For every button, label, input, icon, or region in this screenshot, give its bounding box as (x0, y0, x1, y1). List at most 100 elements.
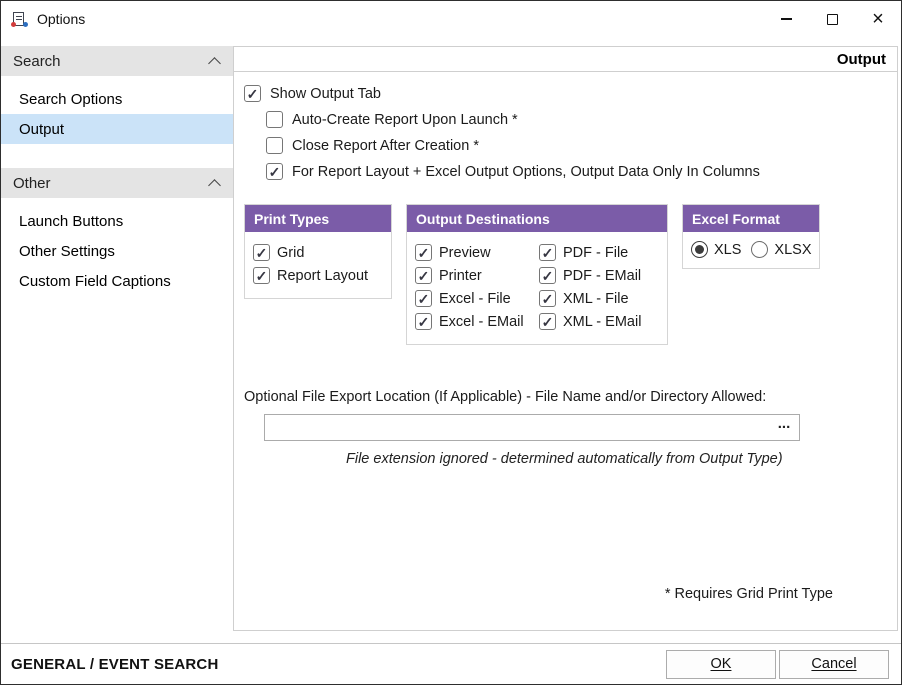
sidebar-item-output[interactable]: Output (1, 114, 233, 144)
checkbox-label: XML - File (563, 291, 629, 307)
checkbox-label: Auto-Create Report Upon Launch * (292, 112, 518, 128)
check-icon: ✓ (418, 269, 430, 283)
checkbox-icon: ✓ (415, 244, 432, 261)
radio-icon (691, 241, 708, 258)
checkbox-show-output-tab[interactable]: ✓ Show Output Tab (244, 85, 885, 102)
sidebar-item-label: Custom Field Captions (19, 273, 171, 290)
chevron-up-icon (208, 179, 221, 192)
excel-format-group: Excel Format XLS XLSX (682, 204, 820, 269)
check-icon: ✓ (418, 292, 430, 306)
cancel-button[interactable]: Cancel (779, 650, 889, 679)
radio-xlsx[interactable]: XLSX (751, 241, 811, 258)
export-note: File extension ignored - determined auto… (346, 451, 885, 467)
checkbox-label: Grid (277, 245, 304, 261)
checkbox-report-layout[interactable]: ✓ Report Layout (253, 267, 383, 284)
print-types-group: Print Types ✓ Grid ✓ Report Layout (244, 204, 392, 299)
checkbox-label: Close Report After Creation * (292, 138, 479, 154)
checkbox-icon: ✓ (539, 290, 556, 307)
check-icon: ✓ (542, 246, 554, 260)
window-title: Options (37, 11, 85, 27)
check-icon: ✓ (542, 315, 554, 329)
checkbox-label: Printer (439, 268, 482, 284)
check-icon: ✓ (542, 269, 554, 283)
sidebar-item-label: Other Settings (19, 243, 115, 260)
export-location-input[interactable] (265, 415, 769, 440)
checkbox-icon: ✓ (415, 267, 432, 284)
sidebar-item-label: Output (19, 121, 64, 138)
titlebar: Options × (1, 1, 901, 37)
sidebar-item-label: Launch Buttons (19, 213, 123, 230)
panel-title: Output (837, 51, 886, 68)
check-icon: ✓ (418, 246, 430, 260)
footer: GENERAL / EVENT SEARCH OK Cancel (1, 643, 901, 684)
checkbox-grid[interactable]: ✓ Grid (253, 244, 383, 261)
checkbox-excel-file[interactable]: ✓ Excel - File (415, 290, 539, 307)
minimize-icon (781, 18, 792, 19)
checkbox-icon: ✓ (539, 244, 556, 261)
checkbox-xml-email[interactable]: ✓ XML - EMail (539, 313, 663, 330)
checkbox-pdf-email[interactable]: ✓ PDF - EMail (539, 267, 663, 284)
checkbox-label: Excel - EMail (439, 314, 524, 330)
close-icon: × (872, 9, 884, 29)
maximize-button[interactable] (809, 1, 855, 37)
close-button[interactable]: × (855, 1, 901, 37)
checkbox-label: Preview (439, 245, 491, 261)
checkbox-label: Report Layout (277, 268, 368, 284)
sidebar-item-custom-field-captions[interactable]: Custom Field Captions (1, 266, 233, 296)
group-title: Excel Format (683, 205, 819, 232)
checkbox-icon: ✓ (266, 111, 283, 128)
sidebar-item-launch-buttons[interactable]: Launch Buttons (1, 206, 233, 236)
app-icon (11, 11, 28, 28)
options-dialog: Options × Search Search Options Output (0, 0, 902, 685)
sidebar-item-search-options[interactable]: Search Options (1, 84, 233, 114)
sidebar-section-search[interactable]: Search (1, 46, 233, 76)
sidebar-item-other-settings[interactable]: Other Settings (1, 236, 233, 266)
sidebar-item-label: Search Options (19, 91, 122, 108)
checkbox-icon: ✓ (415, 313, 432, 330)
radio-label: XLS (714, 242, 741, 258)
sidebar: Search Search Options Output Other Launc… (1, 37, 233, 643)
group-title: Output Destinations (407, 205, 667, 232)
checkbox-icon: ✓ (539, 267, 556, 284)
checkbox-label: For Report Layout + Excel Output Options… (292, 164, 760, 180)
checkbox-icon: ✓ (539, 313, 556, 330)
checkbox-icon: ✓ (253, 244, 270, 261)
checkbox-icon: ✓ (253, 267, 270, 284)
browse-button[interactable]: ... (769, 415, 799, 440)
checkbox-close-report-after-creation[interactable]: ✓ Close Report After Creation * (266, 137, 885, 154)
minimize-button[interactable] (763, 1, 809, 37)
check-icon: ✓ (256, 269, 268, 283)
grid-print-type-footnote: * Requires Grid Print Type (665, 586, 833, 602)
check-icon: ✓ (418, 315, 430, 329)
maximize-icon (827, 14, 838, 25)
checkbox-printer[interactable]: ✓ Printer (415, 267, 539, 284)
checkbox-auto-create-report[interactable]: ✓ Auto-Create Report Upon Launch * (266, 111, 885, 128)
checkbox-excel-email[interactable]: ✓ Excel - EMail (415, 313, 539, 330)
check-icon: ✓ (542, 292, 554, 306)
checkbox-icon: ✓ (244, 85, 261, 102)
export-location-field: ... (264, 414, 800, 441)
sidebar-section-other[interactable]: Other (1, 168, 233, 198)
checkbox-icon: ✓ (266, 163, 283, 180)
checkbox-label: PDF - File (563, 245, 628, 261)
checkbox-label: Excel - File (439, 291, 511, 307)
checkbox-preview[interactable]: ✓ Preview (415, 244, 539, 261)
section-label: Search (13, 53, 61, 70)
group-title: Print Types (245, 205, 391, 232)
output-panel: Output ✓ Show Output Tab ✓ Auto-Create R… (233, 46, 898, 631)
output-destinations-group: Output Destinations ✓ Preview ✓ Printer (406, 204, 668, 345)
export-location-label: Optional File Export Location (If Applic… (244, 389, 885, 405)
checkbox-label: Show Output Tab (270, 86, 381, 102)
checkbox-icon: ✓ (415, 290, 432, 307)
radio-xls[interactable]: XLS (691, 241, 741, 258)
checkbox-label: XML - EMail (563, 314, 641, 330)
radio-label: XLSX (774, 242, 811, 258)
checkbox-xml-file[interactable]: ✓ XML - File (539, 290, 663, 307)
ok-button[interactable]: OK (666, 650, 776, 679)
checkbox-output-data-only-in-columns[interactable]: ✓ For Report Layout + Excel Output Optio… (266, 163, 885, 180)
check-icon: ✓ (247, 87, 259, 101)
radio-icon (751, 241, 768, 258)
checkbox-icon: ✓ (266, 137, 283, 154)
check-icon: ✓ (256, 246, 268, 260)
checkbox-pdf-file[interactable]: ✓ PDF - File (539, 244, 663, 261)
